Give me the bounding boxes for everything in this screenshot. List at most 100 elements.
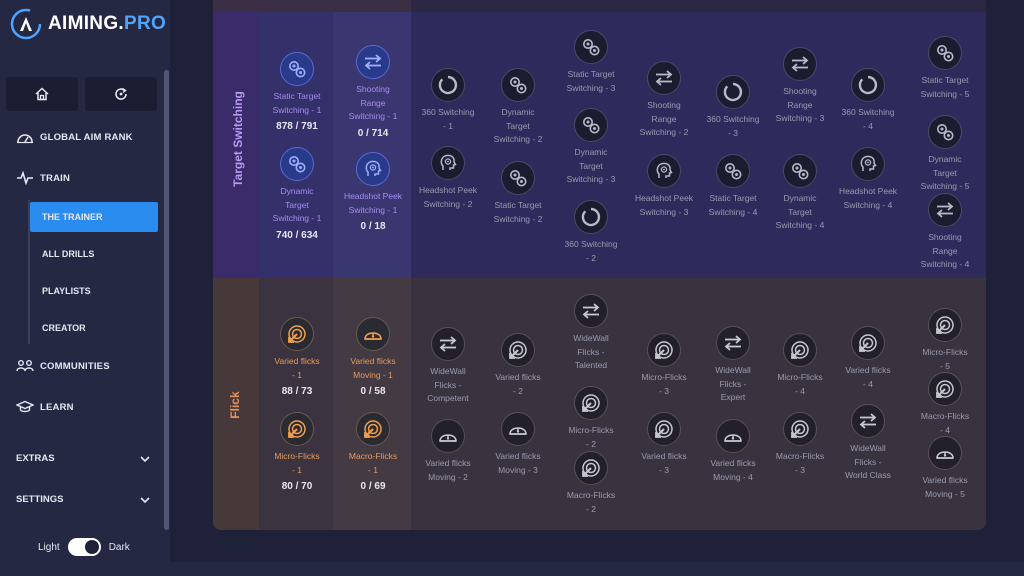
drill-ts8[interactable]: Static Target Switching - 2 <box>478 161 558 226</box>
nav-label: ALL DRILLS <box>42 249 95 259</box>
moving-target-icon <box>928 436 962 470</box>
nav-the-trainer[interactable]: THE TRAINER <box>30 202 158 232</box>
drill-name: Shooting Range Switching - 3 <box>775 86 825 123</box>
flick-target-icon <box>280 412 314 446</box>
drill-score: 88 / 73 <box>281 386 313 397</box>
drill-fl22[interactable]: Varied flicks Moving - 5 <box>905 436 985 501</box>
nav-creator[interactable]: CREATOR <box>30 313 158 343</box>
nav-label: PLAYLISTS <box>42 286 91 296</box>
theme-light-label: Light <box>38 541 60 553</box>
theme-toggle[interactable] <box>67 538 101 556</box>
chevron-down-icon <box>140 496 150 503</box>
drill-ts19[interactable]: Headshot Peek Switching - 4 <box>828 147 908 212</box>
row-label-target-switching: Target Switching <box>231 91 245 187</box>
drill-ts9[interactable]: Static Target Switching - 3 <box>551 30 631 95</box>
flick-target-icon <box>574 451 608 485</box>
headshot-icon <box>431 146 465 180</box>
drill-ts22[interactable]: Shooting Range Switching - 4 <box>905 193 985 272</box>
drill-fl3[interactable]: Varied flicks Moving - 1 0 / 58 <box>333 317 413 397</box>
drill-ts2[interactable]: Dynamic Target Switching - 1 740 / 634 <box>257 147 337 241</box>
target-dots-icon <box>574 108 608 142</box>
drill-fl6[interactable]: Varied flicks Moving - 2 <box>408 419 488 484</box>
drill-fl12[interactable]: Micro-Flicks - 3 <box>624 333 704 398</box>
home-icon <box>35 87 49 101</box>
drill-ts13[interactable]: Headshot Peek Switching - 3 <box>624 154 704 219</box>
flick-target-icon <box>501 333 535 367</box>
drill-fl10[interactable]: Micro-Flicks - 2 <box>551 386 631 451</box>
drill-fl8[interactable]: Varied flicks Moving - 3 <box>478 412 558 477</box>
nav-label: THE TRAINER <box>42 212 103 222</box>
nav-communities[interactable]: COMMUNITIES <box>16 359 110 373</box>
drill-name: Dynamic Target Switching - 1 <box>272 186 322 223</box>
drill-fl9[interactable]: WideWall Flicks - Talented <box>551 294 631 373</box>
flick-column-2 <box>333 278 411 530</box>
drill-ts5[interactable]: 360 Switching - 1 <box>408 68 488 133</box>
nav-learn[interactable]: LEARN <box>16 400 74 414</box>
switch-arrows-icon <box>574 294 608 328</box>
drill-ts21[interactable]: Dynamic Target Switching - 5 <box>905 115 985 194</box>
home-button[interactable] <box>6 77 78 111</box>
drill-name: Micro-Flicks - 4 <box>777 372 823 396</box>
drill-fl11[interactable]: Macro-Flicks - 2 <box>551 451 631 516</box>
nav-settings[interactable]: SETTINGS <box>16 494 150 505</box>
drill-ts7[interactable]: Dynamic Target Switching - 2 <box>478 68 558 147</box>
switch-arrows-icon <box>356 45 390 79</box>
refresh-button[interactable] <box>85 77 157 111</box>
drill-fl13[interactable]: Varied flicks - 3 <box>624 412 704 477</box>
drill-name: Static Target Switching - 3 <box>566 69 616 93</box>
drill-score: 80 / 70 <box>281 481 313 492</box>
switch-arrows-icon <box>431 327 465 361</box>
drill-ts1[interactable]: Static Target Switching - 1 878 / 791 <box>257 52 337 132</box>
flick-target-icon <box>783 412 817 446</box>
flick-target-icon <box>783 333 817 367</box>
drill-name: Static Target Switching - 4 <box>708 193 758 217</box>
drill-name: Varied flicks Moving - 3 <box>495 451 541 475</box>
flick-target-icon <box>280 317 314 351</box>
target-dots-icon <box>928 36 962 70</box>
chevron-down-icon <box>140 455 150 462</box>
drill-name: 360 Switching - 3 <box>706 114 760 138</box>
nav-global-aim-rank[interactable]: GLOBAL AIM RANK <box>16 130 133 144</box>
switch-arrows-icon <box>716 326 750 360</box>
drill-ts3[interactable]: Shooting Range Switching - 1 0 / 714 <box>333 45 413 139</box>
drill-name: Macro-Flicks - 4 <box>920 411 970 435</box>
users-icon <box>16 360 34 372</box>
flick-target-icon <box>647 333 681 367</box>
drill-fl20[interactable]: Micro-Flicks - 5 <box>905 308 985 373</box>
drill-ts18[interactable]: 360 Switching - 4 <box>828 68 908 133</box>
target-dots-icon <box>280 147 314 181</box>
sidebar-scrollbar[interactable] <box>164 70 169 530</box>
nav-label: TRAIN <box>40 172 71 184</box>
logo-icon <box>10 8 42 40</box>
nav-playlists[interactable]: PLAYLISTS <box>30 276 158 306</box>
drill-ts10[interactable]: Dynamic Target Switching - 3 <box>551 108 631 187</box>
drill-fl21[interactable]: Macro-Flicks - 4 <box>905 372 985 437</box>
flick-target-icon <box>928 308 962 342</box>
drill-name: Shooting Range Switching - 4 <box>920 232 970 269</box>
sidebar: AIMING.PRO GLOBAL AIM RANK TRAIN THE TRA… <box>0 0 170 576</box>
drill-fl7[interactable]: Varied flicks - 2 <box>478 333 558 398</box>
drill-fl4[interactable]: Macro-Flicks - 1 0 / 69 <box>333 412 413 492</box>
drill-fl1[interactable]: Varied flicks - 1 88 / 73 <box>257 317 337 397</box>
drill-fl2[interactable]: Micro-Flicks - 1 80 / 70 <box>257 412 337 492</box>
graduation-cap-icon <box>16 400 34 413</box>
drill-ts20[interactable]: Static Target Switching - 5 <box>905 36 985 101</box>
drill-ts6[interactable]: Headshot Peek Switching - 2 <box>408 146 488 211</box>
drill-ts12[interactable]: Shooting Range Switching - 2 <box>624 61 704 140</box>
nav-all-drills[interactable]: ALL DRILLS <box>30 239 158 269</box>
drill-name: 360 Switching - 4 <box>841 107 895 131</box>
drill-ts11[interactable]: 360 Switching - 2 <box>551 200 631 265</box>
drill-ts4[interactable]: Headshot Peek Switching - 1 0 / 18 <box>333 152 413 232</box>
drill-fl19[interactable]: WideWall Flicks - World Class <box>828 404 908 483</box>
drill-score: 0 / 18 <box>360 221 386 232</box>
theme-dark-label: Dark <box>108 541 130 553</box>
drill-fl5[interactable]: WideWall Flicks - Competent <box>408 327 488 406</box>
nav-train[interactable]: TRAIN <box>16 171 70 185</box>
switch-arrows-icon <box>851 404 885 438</box>
nav-extras[interactable]: EXTRAS <box>16 453 150 464</box>
theme-switch: Light Dark <box>38 538 130 556</box>
drill-name: Varied flicks - 2 <box>495 372 541 396</box>
drill-fl18[interactable]: Varied flicks - 4 <box>828 326 908 391</box>
bottom-bar <box>170 562 1024 576</box>
logo[interactable]: AIMING.PRO <box>10 6 166 42</box>
